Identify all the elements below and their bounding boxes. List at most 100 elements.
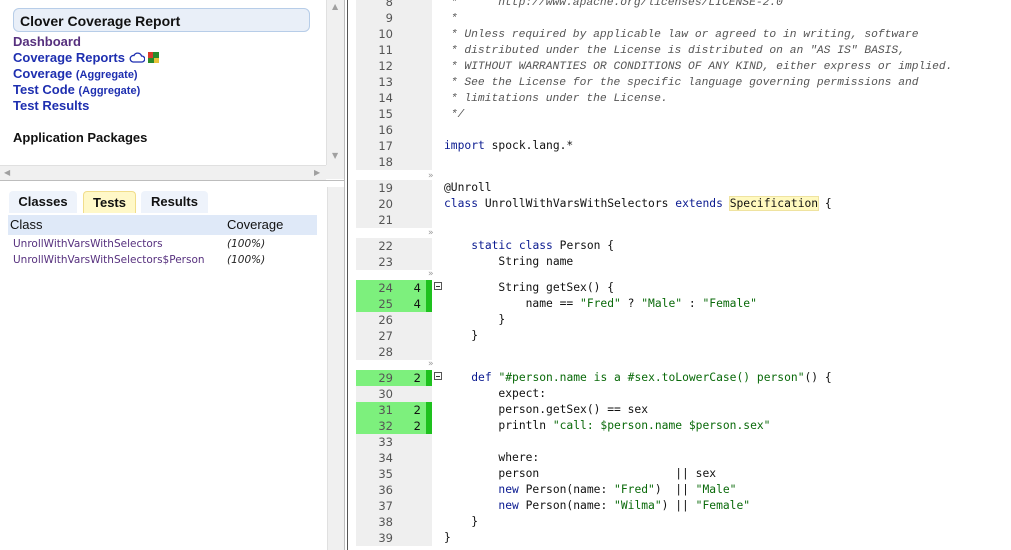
- code-line: 29 2 def "#person.name is a #sex.toLowerC…: [356, 370, 1011, 386]
- scroll-right-arrow-icon[interactable]: ▶: [314, 169, 320, 177]
- class-link-person[interactable]: UnrollWithVarsWithSelectors$Person: [13, 254, 205, 266]
- hit-count: 2: [398, 402, 426, 418]
- code-line: 34 where:: [356, 450, 1011, 466]
- coverage-marker: [426, 370, 432, 386]
- line-number: 34: [356, 450, 398, 466]
- scroll-down-arrow-icon[interactable]: ▼: [332, 152, 338, 160]
- line-number: 33: [356, 434, 398, 450]
- coverage-reports-label: Coverage Reports: [13, 50, 125, 65]
- nav-vertical-scrollbar[interactable]: ▲ ▼: [326, 0, 345, 165]
- scroll-up-arrow-icon[interactable]: ▲: [332, 3, 338, 11]
- coverage-marker: [426, 328, 432, 344]
- tab-tests[interactable]: Tests: [83, 191, 136, 213]
- coverage-aggregate-link[interactable]: (Aggregate): [76, 69, 138, 81]
- line-number: 27: [356, 328, 398, 344]
- coverage-reports-link[interactable]: Coverage Reports: [13, 50, 159, 67]
- hit-count: [398, 328, 426, 344]
- line-number: 28: [356, 344, 398, 360]
- code-line: 11 * distributed under the License is di…: [356, 42, 1011, 58]
- treemap-icon[interactable]: [147, 51, 159, 63]
- code-line: 39}: [356, 530, 1011, 546]
- test-code-aggregate-link[interactable]: (Aggregate): [79, 85, 141, 97]
- coverage-marker: [426, 312, 432, 328]
- line-number: 8: [356, 0, 398, 10]
- class-coverage-value: (100%): [227, 254, 266, 266]
- source-text: name == "Fred" ? "Male" : "Female": [444, 297, 757, 310]
- hit-count: [398, 138, 426, 154]
- code-line: 17 import spock.lang.*: [356, 138, 1011, 154]
- source-text: import spock.lang.*: [444, 139, 574, 152]
- line-number: 17: [356, 138, 398, 154]
- line-number: 25: [356, 296, 398, 312]
- code-line: 8 * http://www.apache.org/licenses/LICEN…: [356, 0, 1011, 10]
- source-text: person || sex: [444, 467, 717, 480]
- coverage-marker: [426, 514, 432, 530]
- coverage-marker: [426, 106, 432, 122]
- line-number: 36: [356, 482, 398, 498]
- source-text: }: [444, 515, 479, 528]
- collapse-icon[interactable]: [434, 282, 442, 290]
- code-line: 14 * limitations under the License.: [356, 90, 1011, 106]
- line-number: 14: [356, 90, 398, 106]
- code-line: 18: [356, 154, 1011, 170]
- source-text: @Unroll: [444, 181, 492, 194]
- hit-count: [398, 386, 426, 402]
- tab-classes[interactable]: Classes: [9, 191, 77, 213]
- line-number: 11: [356, 42, 398, 58]
- code-line: 24 4 String getSex() {: [356, 280, 1011, 296]
- source-text: * WITHOUT WARRANTIES OR CONDITIONS OF AN…: [444, 61, 953, 73]
- coverage-marker: [426, 180, 432, 196]
- coverage-marker: [426, 58, 432, 74]
- classes-vertical-scrollbar[interactable]: [327, 187, 345, 550]
- hit-count: [398, 58, 426, 74]
- line-number: 10: [356, 26, 398, 42]
- test-results-link[interactable]: Test Results: [13, 98, 89, 114]
- line-number: 39: [356, 530, 398, 546]
- line-number: 23: [356, 254, 398, 270]
- code-line: 16: [356, 122, 1011, 138]
- hit-count: [398, 154, 426, 170]
- hit-count: 2: [398, 418, 426, 434]
- hit-count: [398, 90, 426, 106]
- coverage-link[interactable]: Coverage (Aggregate): [13, 66, 138, 83]
- nav-horizontal-scrollbar[interactable]: ◀ ▶: [0, 165, 326, 180]
- source-text: */: [444, 109, 465, 121]
- coverage-marker: [426, 482, 432, 498]
- code-line: 38 }: [356, 514, 1011, 530]
- line-number: 15: [356, 106, 398, 122]
- scroll-corner: [326, 165, 344, 179]
- class-coverage-value: (100%): [227, 238, 266, 250]
- hit-count: [398, 530, 426, 546]
- source-text: }: [444, 313, 506, 326]
- code-line: 20 class UnrollWithVarsWithSelectors exte…: [356, 196, 1011, 212]
- dashboard-link[interactable]: Dashboard: [13, 34, 81, 50]
- source-text: * See the License for the specific langu…: [444, 77, 919, 89]
- cloud-icon[interactable]: [129, 51, 146, 67]
- line-number: 12: [356, 58, 398, 74]
- column-class[interactable]: Class: [10, 215, 43, 235]
- line-number: 24: [356, 280, 398, 296]
- scroll-left-arrow-icon[interactable]: ◀: [4, 169, 10, 177]
- coverage-marker: [426, 402, 432, 418]
- source-text: *: [444, 13, 458, 25]
- code-line: 31 2 person.getSex() == sex: [356, 402, 1011, 418]
- coverage-marker: [426, 212, 432, 228]
- class-link-unrollwithvarswithselectors[interactable]: UnrollWithVarsWithSelectors: [13, 238, 163, 250]
- hit-count: [398, 434, 426, 450]
- hit-count: [398, 106, 426, 122]
- column-coverage[interactable]: Coverage: [227, 215, 283, 235]
- hit-count: [398, 498, 426, 514]
- tab-results[interactable]: Results: [141, 191, 208, 213]
- coverage-marker: [426, 122, 432, 138]
- hit-count: [398, 344, 426, 360]
- report-title: Clover Coverage Report: [13, 8, 310, 32]
- source-text: class UnrollWithVarsWithSelectors extend…: [444, 196, 832, 211]
- hit-count: [398, 514, 426, 530]
- coverage-marker: [426, 254, 432, 270]
- collapse-icon[interactable]: [434, 372, 442, 380]
- line-number: 21: [356, 212, 398, 228]
- code-line: 36 new Person(name: "Fred") || "Male": [356, 482, 1011, 498]
- test-code-link[interactable]: Test Code (Aggregate): [13, 82, 140, 99]
- coverage-marker: [426, 0, 432, 10]
- coverage-marker: [426, 238, 432, 254]
